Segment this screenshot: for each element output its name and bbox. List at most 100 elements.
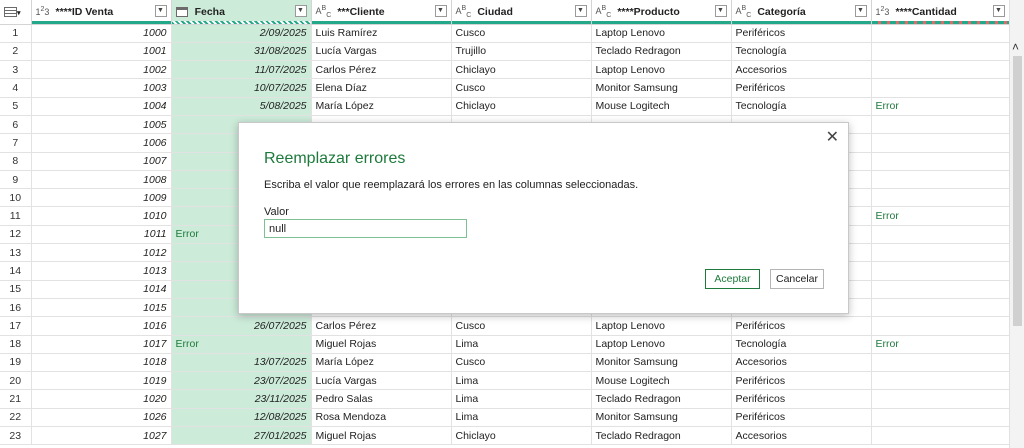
- cell-cantidad[interactable]: [871, 426, 1009, 446]
- table-row[interactable]: 17 1016 26/07/2025 Carlos Pérez Cusco Laptop …: [0, 316, 1009, 336]
- cell-fecha[interactable]: 31/08/2025: [171, 42, 312, 62]
- cell-fecha[interactable]: 23/11/2025: [171, 389, 312, 409]
- cell-fecha[interactable]: 2/09/2025: [171, 24, 312, 43]
- cell-categoria[interactable]: Accesorios: [731, 426, 872, 446]
- close-icon[interactable]: ✕: [826, 127, 839, 147]
- cell-producto[interactable]: Mouse Logitech: [591, 371, 732, 391]
- table-row[interactable]: 22 1026 12/08/2025 Rosa Mendoza Lima Monitor …: [0, 408, 1009, 428]
- table-menu-corner[interactable]: ▾: [0, 0, 32, 25]
- table-row[interactable]: 3 1002 11/07/2025 Carlos Pérez Chiclayo Lapto…: [0, 60, 1009, 80]
- cell-id[interactable]: 1018: [31, 353, 172, 373]
- cell-categoria[interactable]: Tecnología: [731, 42, 872, 62]
- error-value[interactable]: Error: [176, 338, 199, 350]
- cell-ciudad[interactable]: Chiclayo: [451, 60, 592, 80]
- cell-cliente[interactable]: Miguel Rojas: [311, 335, 452, 354]
- cell-cliente[interactable]: María López: [311, 97, 452, 116]
- cell-producto[interactable]: Teclado Redragon: [591, 42, 732, 62]
- cell-fecha[interactable]: Error: [171, 335, 312, 354]
- cell-id[interactable]: 1026: [31, 408, 172, 428]
- table-row[interactable]: 18 1017 Error Miguel Rojas Lima Laptop Lenovo…: [0, 335, 1009, 354]
- cell-id[interactable]: 1013: [31, 261, 172, 281]
- cell-id[interactable]: 1017: [31, 335, 172, 354]
- chevron-up-icon[interactable]: ˄: [1012, 40, 1019, 54]
- cell-id[interactable]: 1005: [31, 115, 172, 135]
- cell-cantidad[interactable]: [871, 78, 1009, 98]
- column-filter-dropdown[interactable]: ▼: [574, 5, 587, 17]
- cell-categoria[interactable]: Periféricos: [731, 316, 872, 336]
- cell-cantidad[interactable]: [871, 353, 1009, 373]
- cell-fecha[interactable]: 11/07/2025: [171, 60, 312, 80]
- cell-id[interactable]: 1004: [31, 97, 172, 116]
- column-header-categoria[interactable]: ABC Categoría ▼: [731, 0, 872, 25]
- cell-id[interactable]: 1015: [31, 298, 172, 318]
- cell-fecha[interactable]: 12/08/2025: [171, 408, 312, 428]
- cell-ciudad[interactable]: Lima: [451, 389, 592, 409]
- scrollbar-thumb[interactable]: [1013, 56, 1022, 326]
- cell-cantidad[interactable]: [871, 60, 1009, 80]
- cell-cantidad[interactable]: Error: [871, 335, 1009, 354]
- cell-id[interactable]: 1006: [31, 133, 172, 153]
- table-row[interactable]: 1 1000 2/09/2025 Luis Ramírez Cusco Laptop Le…: [0, 24, 1009, 43]
- column-filter-dropdown[interactable]: ▼: [294, 5, 307, 17]
- cell-fecha[interactable]: 27/01/2025: [171, 426, 312, 446]
- cell-categoria[interactable]: Accesorios: [731, 353, 872, 373]
- cell-cantidad[interactable]: [871, 243, 1009, 263]
- cell-producto[interactable]: Laptop Lenovo: [591, 24, 732, 43]
- cell-cantidad[interactable]: [871, 280, 1009, 299]
- table-row[interactable]: 21 1020 23/11/2025 Pedro Salas Lima Teclado R…: [0, 389, 1009, 409]
- cell-id[interactable]: 1000: [31, 24, 172, 43]
- cell-categoria[interactable]: Periféricos: [731, 408, 872, 428]
- cell-ciudad[interactable]: Trujillo: [451, 42, 592, 62]
- table-row[interactable]: 2 1001 31/08/2025 Lucía Vargas Trujillo Tecla…: [0, 42, 1009, 62]
- cell-fecha[interactable]: 26/07/2025: [171, 316, 312, 336]
- cell-cliente[interactable]: Rosa Mendoza: [311, 408, 452, 428]
- cell-cliente[interactable]: Luis Ramírez: [311, 24, 452, 43]
- cell-categoria[interactable]: Tecnología: [731, 335, 872, 354]
- cell-categoria[interactable]: Tecnología: [731, 97, 872, 116]
- cell-cliente[interactable]: Miguel Rojas: [311, 426, 452, 446]
- cell-ciudad[interactable]: Cusco: [451, 316, 592, 336]
- cell-id[interactable]: 1009: [31, 188, 172, 208]
- column-header-ciudad[interactable]: ABC Ciudad ▼: [451, 0, 592, 25]
- cell-ciudad[interactable]: Lima: [451, 408, 592, 428]
- cancel-button[interactable]: Cancelar: [770, 269, 824, 289]
- cell-fecha[interactable]: 13/07/2025: [171, 353, 312, 373]
- cell-cantidad[interactable]: [871, 298, 1009, 318]
- cell-ciudad[interactable]: Lima: [451, 335, 592, 354]
- cell-producto[interactable]: Monitor Samsung: [591, 353, 732, 373]
- cell-id[interactable]: 1016: [31, 316, 172, 336]
- cell-cantidad[interactable]: [871, 133, 1009, 153]
- cell-id[interactable]: 1003: [31, 78, 172, 98]
- cell-fecha[interactable]: 5/08/2025: [171, 97, 312, 116]
- cell-cantidad[interactable]: [871, 170, 1009, 190]
- cell-categoria[interactable]: Periféricos: [731, 78, 872, 98]
- cell-id[interactable]: 1008: [31, 170, 172, 190]
- cell-cantidad[interactable]: [871, 115, 1009, 135]
- cell-categoria[interactable]: Periféricos: [731, 389, 872, 409]
- cell-categoria[interactable]: Periféricos: [731, 24, 872, 43]
- column-header-cantidad[interactable]: 123 ****Cantidad ▼: [871, 0, 1009, 25]
- column-header-cliente[interactable]: ABC ***Cliente ▼: [311, 0, 452, 25]
- cell-id[interactable]: 1001: [31, 42, 172, 62]
- cell-id[interactable]: 1011: [31, 225, 172, 245]
- cell-cantidad[interactable]: Error: [871, 97, 1009, 116]
- column-filter-dropdown[interactable]: ▼: [714, 5, 727, 17]
- cell-producto[interactable]: Laptop Lenovo: [591, 60, 732, 80]
- cell-cantidad[interactable]: [871, 389, 1009, 409]
- cell-cliente[interactable]: Pedro Salas: [311, 389, 452, 409]
- cell-cantidad[interactable]: [871, 316, 1009, 336]
- table-row[interactable]: 4 1003 10/07/2025 Elena Díaz Cusco Monitor Sa…: [0, 78, 1009, 98]
- cell-ciudad[interactable]: Cusco: [451, 78, 592, 98]
- cell-cantidad[interactable]: [871, 371, 1009, 391]
- column-filter-dropdown[interactable]: ▼: [854, 5, 867, 17]
- cell-id[interactable]: 1019: [31, 371, 172, 391]
- cell-fecha[interactable]: 23/07/2025: [171, 371, 312, 391]
- cell-cantidad[interactable]: [871, 261, 1009, 281]
- table-row[interactable]: 20 1019 23/07/2025 Lucía Vargas Lima Mouse Lo…: [0, 371, 1009, 391]
- table-row[interactable]: 19 1018 13/07/2025 María López Cusco Monitor …: [0, 353, 1009, 373]
- cell-ciudad[interactable]: Lima: [451, 371, 592, 391]
- error-value[interactable]: Error: [876, 100, 899, 112]
- value-input[interactable]: [264, 219, 467, 238]
- cell-id[interactable]: 1007: [31, 152, 172, 171]
- column-filter-dropdown[interactable]: ▼: [434, 5, 447, 17]
